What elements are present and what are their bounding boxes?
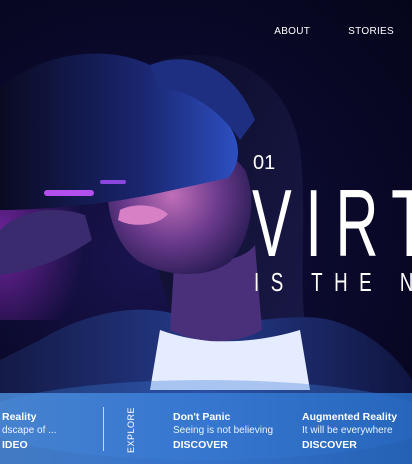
hero-section: ABOUT STORIES 01 VIRT IS THE NE Reality … xyxy=(0,0,412,464)
nav-link-stories[interactable]: STORIES xyxy=(348,26,394,37)
card-title: Augmented Reality xyxy=(302,411,398,423)
card-title: Reality xyxy=(2,411,37,423)
explore-card-reality[interactable]: Reality dscape of ... IDEO xyxy=(2,411,56,452)
card-description: It will be everywhere xyxy=(302,425,393,436)
card-title: Don't Panic xyxy=(173,411,231,423)
explore-divider xyxy=(103,407,104,451)
card-cta[interactable]: DISCOVER xyxy=(173,438,273,452)
hero-headline: VIRT xyxy=(252,170,412,277)
explore-label: EXPLORE xyxy=(126,406,136,454)
card-cta[interactable]: IDEO xyxy=(2,438,56,452)
top-navigation: ABOUT STORIES xyxy=(274,26,394,37)
hero-subheadline: IS THE NE xyxy=(254,267,412,297)
card-cta[interactable]: DISCOVER xyxy=(302,438,397,452)
card-description: Seeing is not believing xyxy=(173,425,274,436)
nav-link-about[interactable]: ABOUT xyxy=(274,26,310,37)
explore-card-dont-panic[interactable]: Don't Panic Seeing is not believing DISC… xyxy=(173,411,273,452)
card-description: dscape of ... xyxy=(2,425,57,436)
explore-card-augmented-reality[interactable]: Augmented Reality It will be everywhere … xyxy=(302,411,397,452)
